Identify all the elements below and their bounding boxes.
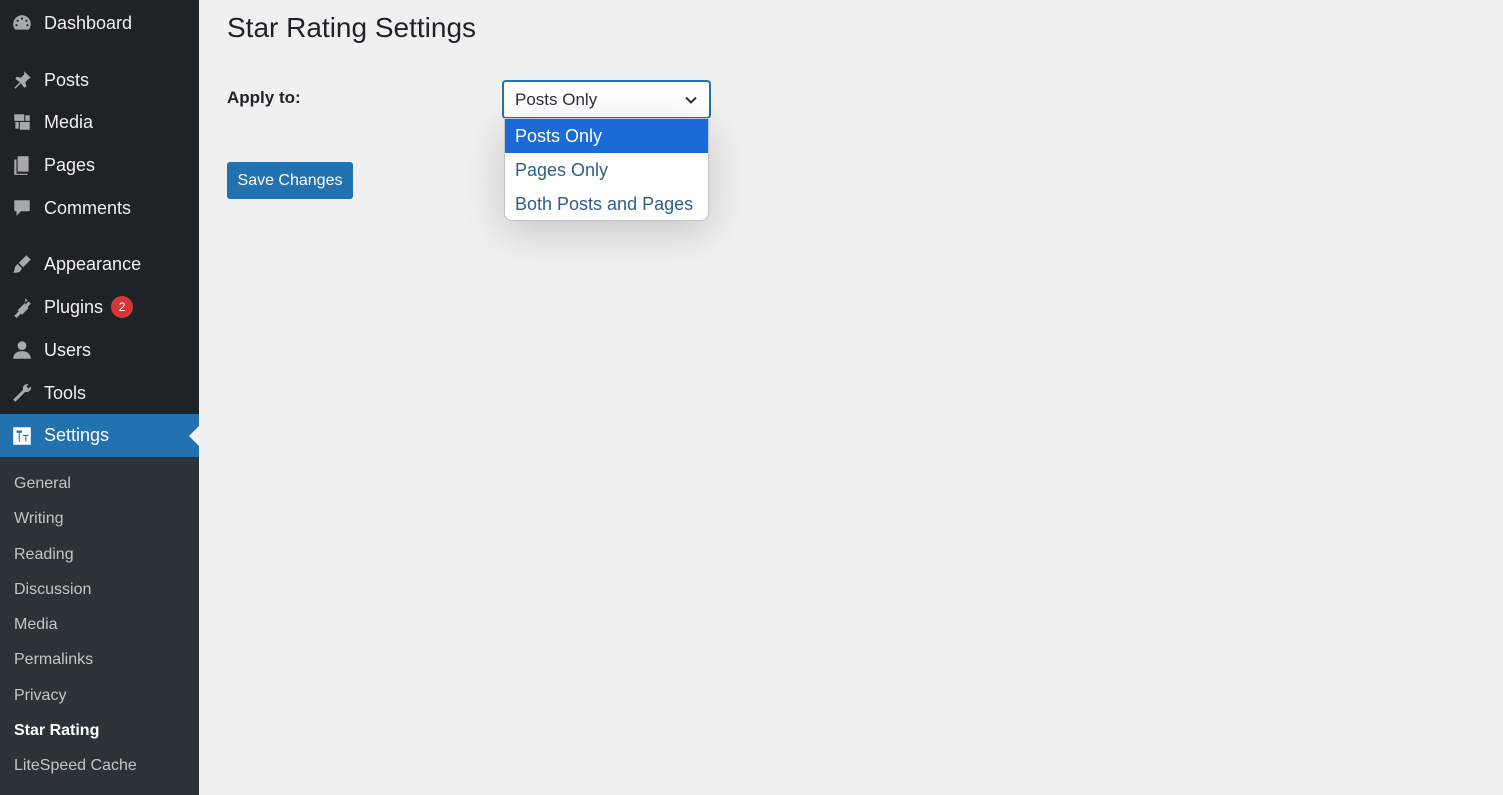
sidebar-item-pages[interactable]: Pages [0, 144, 199, 186]
sidebar-item-settings[interactable]: Settings [0, 414, 199, 457]
sidebar-item-tools[interactable]: Tools [0, 372, 199, 414]
apply-to-select[interactable]: Posts Only [502, 80, 711, 119]
sidebar-item-label: Posts [44, 69, 90, 90]
select-dropdown-list: Posts Only Pages Only Both Posts and Pag… [504, 118, 709, 221]
sidebar-item-plugins[interactable]: Plugins 2 [0, 286, 199, 328]
pin-icon [10, 68, 34, 92]
option-posts-only[interactable]: Posts Only [505, 119, 708, 153]
dashboard-icon [10, 11, 34, 35]
comment-icon [10, 196, 34, 220]
settings-submenu: General Writing Reading Discussion Media… [0, 457, 199, 795]
sidebar-item-media[interactable]: Media [0, 101, 199, 143]
submenu-item-star-rating[interactable]: Star Rating [14, 722, 99, 740]
sidebar-item-appearance[interactable]: Appearance [0, 243, 199, 285]
submenu-item-media[interactable]: Media [14, 616, 58, 634]
submenu-item-reading[interactable]: Reading [14, 546, 74, 564]
page-title: Star Rating Settings [227, 12, 477, 43]
sidebar-item-users[interactable]: Users [0, 329, 199, 371]
sidebar-item-label: Settings [44, 425, 110, 445]
option-pages-only[interactable]: Pages Only [505, 153, 708, 187]
sidebar-item-label: Users [44, 339, 92, 360]
wrench-icon [10, 381, 34, 405]
sidebar-item-label: Plugins [44, 296, 104, 317]
submenu-item-discussion[interactable]: Discussion [14, 581, 91, 599]
sidebar-item-label: Appearance [44, 253, 142, 274]
submenu-item-litespeed-cache[interactable]: LiteSpeed Cache [14, 757, 137, 775]
sidebar-item-comments[interactable]: Comments [0, 187, 199, 229]
apply-to-label: Apply to: [227, 88, 301, 107]
sidebar-item-posts[interactable]: Posts [0, 59, 199, 101]
admin-sidebar: Dashboard Posts Media Pages Comments App… [0, 0, 199, 795]
submenu-item-privacy[interactable]: Privacy [14, 687, 66, 705]
sidebar-item-label: Pages [44, 154, 96, 175]
submenu-item-general[interactable]: General [14, 475, 71, 493]
chevron-down-icon [685, 96, 697, 104]
sidebar-item-label: Dashboard [44, 12, 133, 33]
settings-icon [10, 424, 34, 448]
save-changes-button[interactable]: Save Changes [227, 162, 353, 199]
option-both-posts-and-pages[interactable]: Both Posts and Pages [505, 187, 708, 220]
update-count-badge: 2 [111, 296, 134, 318]
sidebar-item-label: Comments [44, 197, 132, 218]
brush-icon [10, 252, 34, 276]
sidebar-item-label: Media [44, 111, 94, 132]
sidebar-item-label: Tools [44, 382, 87, 403]
select-value: Posts Only [515, 89, 598, 109]
media-icon [10, 110, 34, 134]
submenu-item-permalinks[interactable]: Permalinks [14, 651, 93, 669]
plug-icon [10, 295, 34, 319]
pages-icon [10, 153, 34, 177]
submenu-item-writing[interactable]: Writing [14, 510, 64, 528]
sidebar-item-dashboard[interactable]: Dashboard [0, 2, 199, 44]
user-icon [10, 338, 34, 362]
